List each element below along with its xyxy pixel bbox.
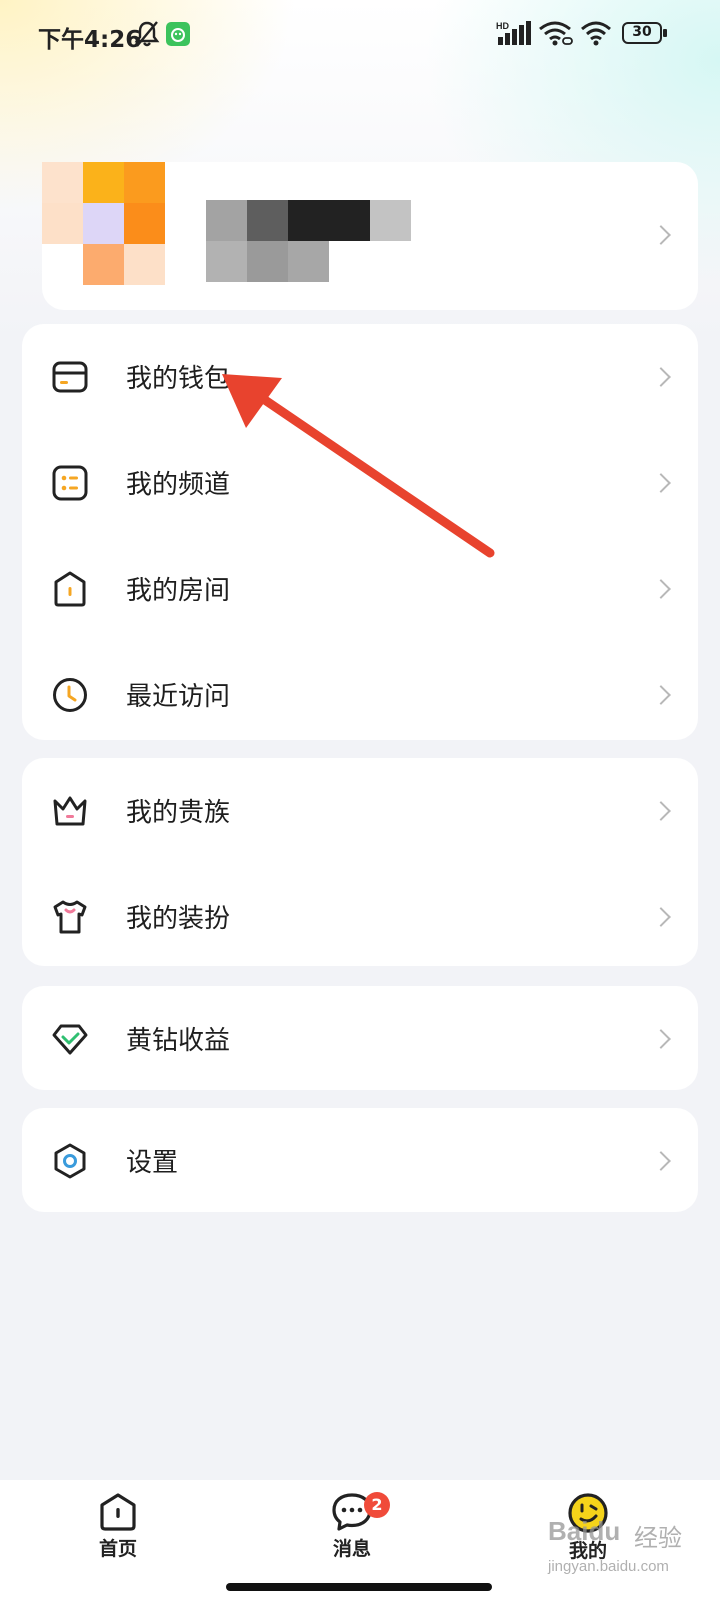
watermark-brand-cn: 经验 <box>634 1524 682 1552</box>
crown-icon <box>53 796 87 826</box>
annotation-arrow-icon <box>222 374 495 558</box>
baidu-watermark: Baidu 经验 jingyan.baidu.com <box>548 1516 708 1590</box>
menu-item-label: 设置 <box>126 1148 179 1178</box>
chevron-right-icon <box>651 1029 671 1049</box>
menu-card-settings: 设置 <box>22 1108 698 1212</box>
diamond-icon <box>52 1024 88 1055</box>
nav-messages-label: 消息 <box>332 1538 371 1560</box>
chevron-right-icon <box>651 801 671 821</box>
clock-icon <box>53 678 87 712</box>
menu-item-nobility[interactable]: 我的贵族 <box>22 758 698 864</box>
menu-item-recent[interactable]: 最近访问 <box>22 642 698 748</box>
nav-home-label: 首页 <box>98 1538 137 1560</box>
unread-badge: 2 <box>364 1492 390 1518</box>
tshirt-icon <box>53 900 87 934</box>
menu-item-label: 最近访问 <box>126 682 231 712</box>
nav-messages[interactable]: 2 消息 <box>292 1492 412 1592</box>
chevron-right-icon <box>651 685 671 705</box>
menu-item-yellow-diamond-earnings[interactable]: 黄钻收益 <box>22 986 698 1092</box>
menu-item-outfit[interactable]: 我的装扮 <box>22 864 698 970</box>
watermark-brand: Baidu <box>548 1516 621 1546</box>
watermark-url: jingyan.baidu.com <box>548 1558 669 1575</box>
chevron-right-icon <box>651 1151 671 1171</box>
menu-item-settings[interactable]: 设置 <box>22 1108 698 1214</box>
chevron-right-icon <box>651 907 671 927</box>
menu-card-vip: 我的贵族 我的装扮 <box>22 758 698 966</box>
nav-home[interactable]: 首页 <box>58 1492 178 1592</box>
menu-card-earnings: 黄钻收益 <box>22 986 698 1090</box>
menu-item-label: 我的贵族 <box>126 798 231 828</box>
menu-item-label: 我的装扮 <box>126 904 231 934</box>
home-icon <box>100 1493 136 1531</box>
settings-icon <box>54 1143 86 1179</box>
menu-item-label: 黄钻收益 <box>126 1026 231 1056</box>
home-indicator[interactable] <box>226 1583 492 1591</box>
